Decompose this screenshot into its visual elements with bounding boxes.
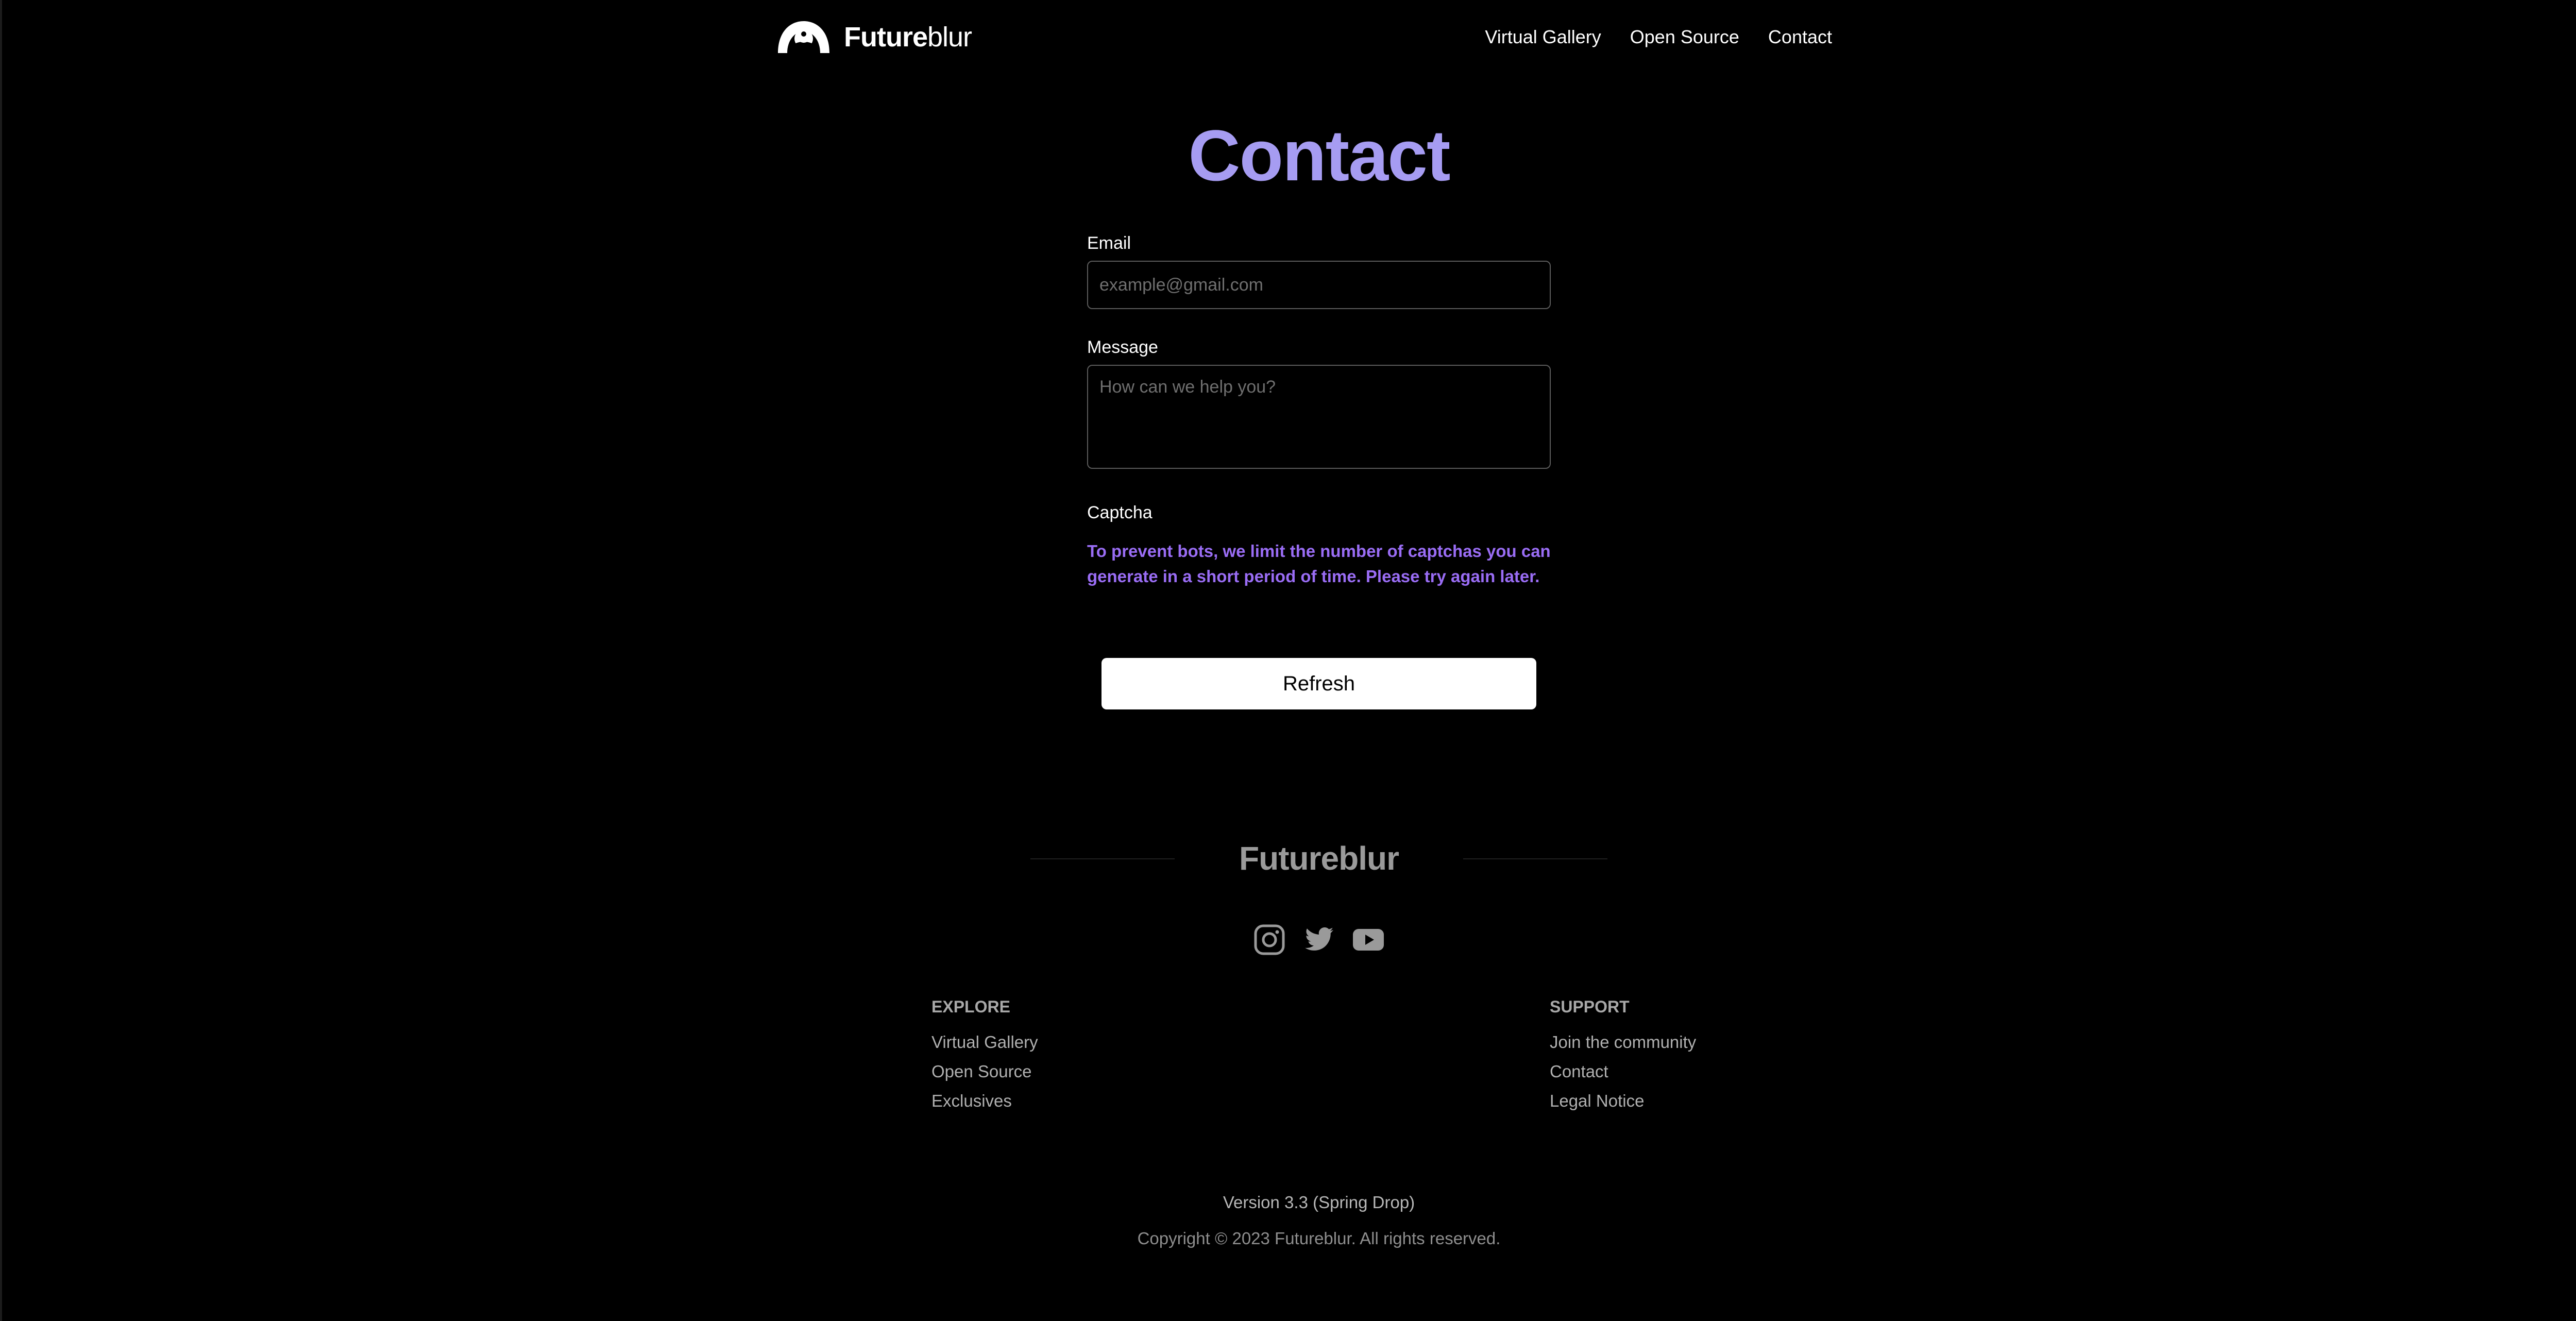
- twitter-icon[interactable]: [1302, 923, 1335, 956]
- site-header: Futureblur Virtual Gallery Open Source C…: [776, 19, 1832, 56]
- version-text: Version 3.3 (Spring Drop): [1223, 1193, 1415, 1212]
- youtube-icon[interactable]: [1352, 923, 1385, 956]
- copyright-text: Copyright © 2023 Futureblur. All rights …: [1137, 1229, 1501, 1248]
- footer-link-open-source[interactable]: Open Source: [931, 1057, 1038, 1086]
- futureblur-logo-icon: [778, 21, 829, 53]
- footer-link-virtual-gallery[interactable]: Virtual Gallery: [931, 1027, 1038, 1057]
- footer-link-join-community[interactable]: Join the community: [1550, 1027, 1696, 1057]
- nav-open-source[interactable]: Open Source: [1630, 26, 1739, 48]
- footer-explore-column: EXPLORE Virtual Gallery Open Source Excl…: [931, 994, 1038, 1115]
- message-label: Message: [1087, 337, 1158, 357]
- email-field[interactable]: [1087, 261, 1551, 309]
- refresh-captcha-button[interactable]: Refresh: [1101, 658, 1536, 709]
- page-title: Contact: [1188, 115, 1450, 196]
- footer-explore-heading: EXPLORE: [931, 997, 1010, 1016]
- nav-contact[interactable]: Contact: [1768, 26, 1832, 48]
- footer-support-heading: SUPPORT: [1550, 997, 1630, 1016]
- page: Futureblur Virtual Gallery Open Source C…: [0, 0, 2576, 1321]
- main-nav: Virtual Gallery Open Source Contact: [1456, 19, 1832, 56]
- footer-divider-right: [1463, 858, 1607, 859]
- footer-support-column: SUPPORT Join the community Contact Legal…: [1550, 994, 1696, 1115]
- footer-link-legal-notice[interactable]: Legal Notice: [1550, 1086, 1696, 1115]
- brand-name-bold: Future: [844, 22, 928, 53]
- captcha-label: Captcha: [1087, 503, 1153, 522]
- brand-name: Futureblur: [844, 19, 972, 56]
- brand-name-light: blur: [927, 22, 972, 53]
- footer-link-exclusives[interactable]: Exclusives: [931, 1086, 1038, 1115]
- nav-virtual-gallery[interactable]: Virtual Gallery: [1485, 26, 1601, 48]
- instagram-icon[interactable]: [1253, 923, 1286, 956]
- footer-link-contact[interactable]: Contact: [1550, 1057, 1696, 1086]
- footer-brand-row: Futureblur: [1030, 840, 1607, 877]
- captcha-rate-limit-notice: To prevent bots, we limit the number of …: [1087, 541, 1551, 586]
- social-links: [0, 923, 2576, 956]
- email-label: Email: [1087, 233, 1131, 253]
- contact-form: Email Message Captcha To prevent bots, w…: [1087, 231, 1551, 709]
- message-field[interactable]: [1087, 365, 1551, 469]
- home-logo-link[interactable]: Futureblur: [776, 19, 972, 56]
